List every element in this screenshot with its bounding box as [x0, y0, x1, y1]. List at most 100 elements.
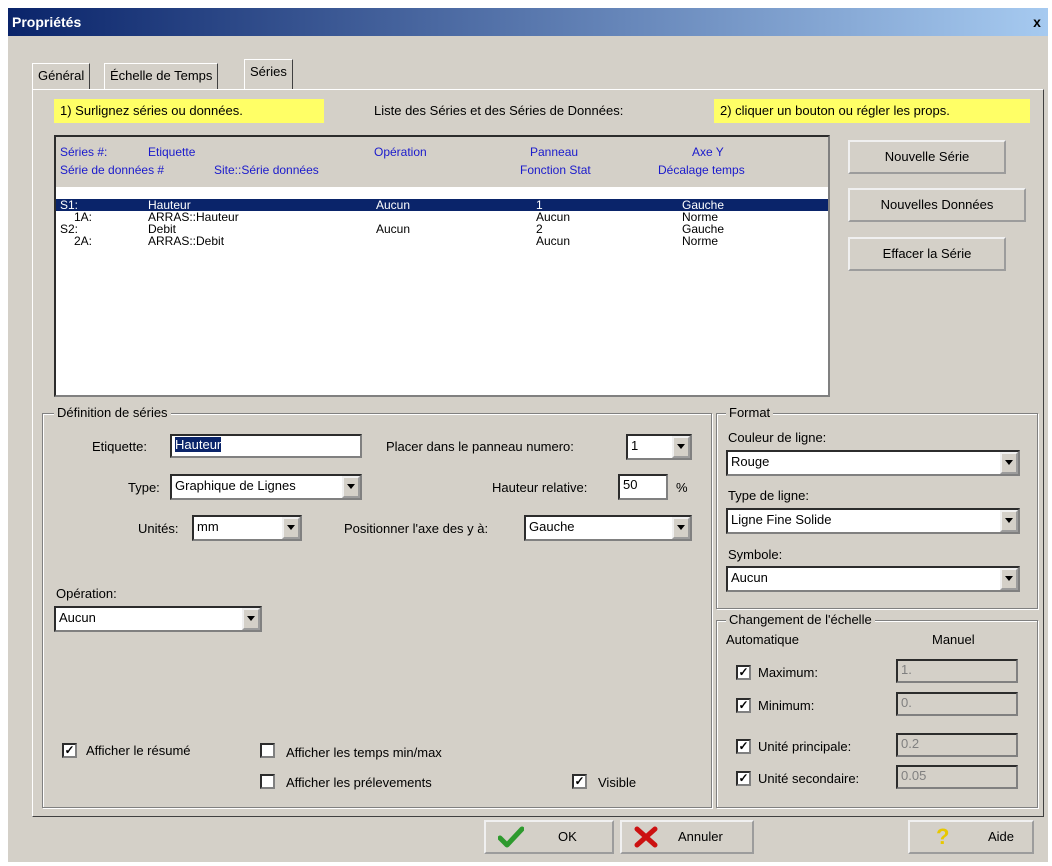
y-axis-position-select[interactable]: Gauche [524, 515, 692, 541]
close-icon[interactable]: x [1028, 13, 1046, 31]
scale-label: Changement de l'échelle [726, 612, 875, 627]
chevron-down-icon[interactable] [1000, 568, 1018, 590]
minimum-input[interactable]: 0. [896, 692, 1018, 716]
label-field-label: Etiquette: [92, 439, 147, 454]
relative-height-label: Hauteur relative: [492, 480, 588, 495]
row-axis: Norme [682, 234, 719, 248]
minor-unit-auto-checkbox[interactable]: ✓ [736, 771, 751, 786]
show-minmax-label: Afficher les temps min/max [286, 745, 442, 760]
symbol-label: Symbole: [728, 547, 783, 562]
tab-series[interactable]: Séries [244, 59, 293, 89]
panel-number-label: Placer dans le panneau numero: [386, 439, 574, 454]
chevron-down-icon[interactable] [672, 436, 690, 458]
minor-unit-input[interactable]: 0.05 [896, 765, 1018, 789]
units-value: mm [197, 519, 219, 534]
label-input[interactable]: Hauteur [170, 434, 362, 458]
row-panel: Aucun [536, 234, 571, 248]
y-axis-position-value: Gauche [529, 519, 575, 534]
type-select[interactable]: Graphique de Lignes [170, 474, 362, 500]
new-series-button[interactable]: Nouvelle Série [848, 140, 1006, 174]
row-id: 2A: [74, 234, 93, 248]
minor-unit-label: Unité secondaire: [758, 771, 860, 786]
hint-highlight: 1) Surlignez séries ou données. [54, 99, 324, 123]
show-summary-checkbox[interactable]: ✓ [62, 743, 77, 758]
header-time-shift: Décalage temps [658, 163, 745, 177]
series-list[interactable]: Séries #: Etiquette Opération Panneau Ax… [54, 135, 830, 397]
show-summary-label: Afficher le résumé [86, 743, 191, 758]
row-operation: Aucun [376, 222, 411, 236]
type-label: Type: [128, 480, 160, 495]
chevron-down-icon[interactable] [282, 517, 300, 539]
operation-value: Aucun [59, 610, 96, 625]
header-label: Etiquette [148, 145, 196, 159]
visible-checkbox[interactable]: ✓ [572, 774, 587, 789]
header-site: Site::Série données [214, 163, 319, 177]
units-select[interactable]: mm [192, 515, 302, 541]
major-unit-label: Unité principale: [758, 739, 852, 754]
maximum-input[interactable]: 1. [896, 659, 1018, 683]
format-label: Format [726, 405, 774, 420]
list-header: Séries #: Etiquette Opération Panneau Ax… [56, 137, 828, 187]
header-data-series-num: Série de données # [60, 163, 165, 177]
label-input-value: Hauteur [175, 437, 222, 452]
tab-general[interactable]: Général [32, 63, 91, 89]
cancel-label: Annuler [678, 829, 723, 844]
header-panel: Panneau [530, 145, 579, 159]
line-color-value: Rouge [731, 454, 770, 469]
maximum-label: Maximum: [758, 665, 818, 680]
series-definition-label: Définition de séries [54, 405, 171, 420]
panel-number-value: 1 [631, 438, 639, 453]
line-type-value: Ligne Fine Solide [731, 512, 832, 527]
type-value: Graphique de Lignes [175, 478, 296, 493]
manual-label: Manuel [932, 632, 975, 647]
chevron-down-icon[interactable] [1000, 452, 1018, 474]
header-operation: Opération [374, 145, 427, 159]
tab-time-scale[interactable]: Échelle de Temps [104, 63, 219, 89]
list-row-2a[interactable]: 2A: ARRAS::Debit Aucun Norme [56, 235, 828, 247]
minimum-label: Minimum: [758, 698, 815, 713]
show-samples-label: Afficher les prélevements [286, 775, 432, 790]
cross-icon [634, 826, 658, 848]
row-label: ARRAS::Debit [148, 234, 225, 248]
title-bar: Propriétés x [8, 8, 1048, 36]
relative-height-input[interactable]: 50 [618, 474, 668, 500]
properties-dialog: Propriétés x Général Échelle de Temps Sé… [8, 8, 1048, 862]
line-color-label: Couleur de ligne: [728, 430, 827, 445]
new-data-button[interactable]: Nouvelles Données [848, 188, 1026, 222]
header-y-axis: Axe Y [692, 145, 724, 159]
list-caption: Liste des Séries et des Séries de Donnée… [374, 103, 624, 118]
chevron-down-icon[interactable] [342, 476, 360, 498]
major-unit-auto-checkbox[interactable]: ✓ [736, 739, 751, 754]
chevron-down-icon[interactable] [1000, 510, 1018, 532]
operation-select[interactable]: Aucun [54, 606, 262, 632]
line-type-label: Type de ligne: [728, 488, 809, 503]
chevron-down-icon[interactable] [242, 608, 260, 630]
delete-series-button[interactable]: Effacer la Série [848, 237, 1006, 271]
show-minmax-checkbox[interactable] [260, 743, 275, 758]
header-series-num: Séries #: [60, 145, 108, 159]
window-title: Propriétés [12, 14, 82, 30]
ok-label: OK [558, 829, 577, 844]
ok-button[interactable]: OK [484, 820, 614, 854]
units-label: Unités: [138, 521, 179, 536]
line-color-select[interactable]: Rouge [726, 450, 1020, 476]
automatic-label: Automatique [726, 632, 799, 647]
hint-button: 2) cliquer un bouton ou régler les props… [714, 99, 1030, 123]
panel-number-select[interactable]: 1 [626, 434, 692, 460]
check-icon [498, 826, 524, 848]
line-type-select[interactable]: Ligne Fine Solide [726, 508, 1020, 534]
maximum-auto-checkbox[interactable]: ✓ [736, 665, 751, 680]
percent-label: % [676, 480, 688, 495]
y-axis-position-label: Positionner l'axe des y à: [344, 521, 489, 536]
symbol-select[interactable]: Aucun [726, 566, 1020, 592]
question-icon: ? [936, 824, 950, 849]
major-unit-input[interactable]: 0.2 [896, 733, 1018, 757]
show-samples-checkbox[interactable] [260, 774, 275, 789]
chevron-down-icon[interactable] [672, 517, 690, 539]
help-label: Aide [988, 829, 1015, 844]
row-operation: Aucun [376, 198, 411, 212]
cancel-button[interactable]: Annuler [620, 820, 754, 854]
help-button[interactable]: ? Aide [908, 820, 1034, 854]
header-stat-function: Fonction Stat [520, 163, 591, 177]
minimum-auto-checkbox[interactable]: ✓ [736, 698, 751, 713]
